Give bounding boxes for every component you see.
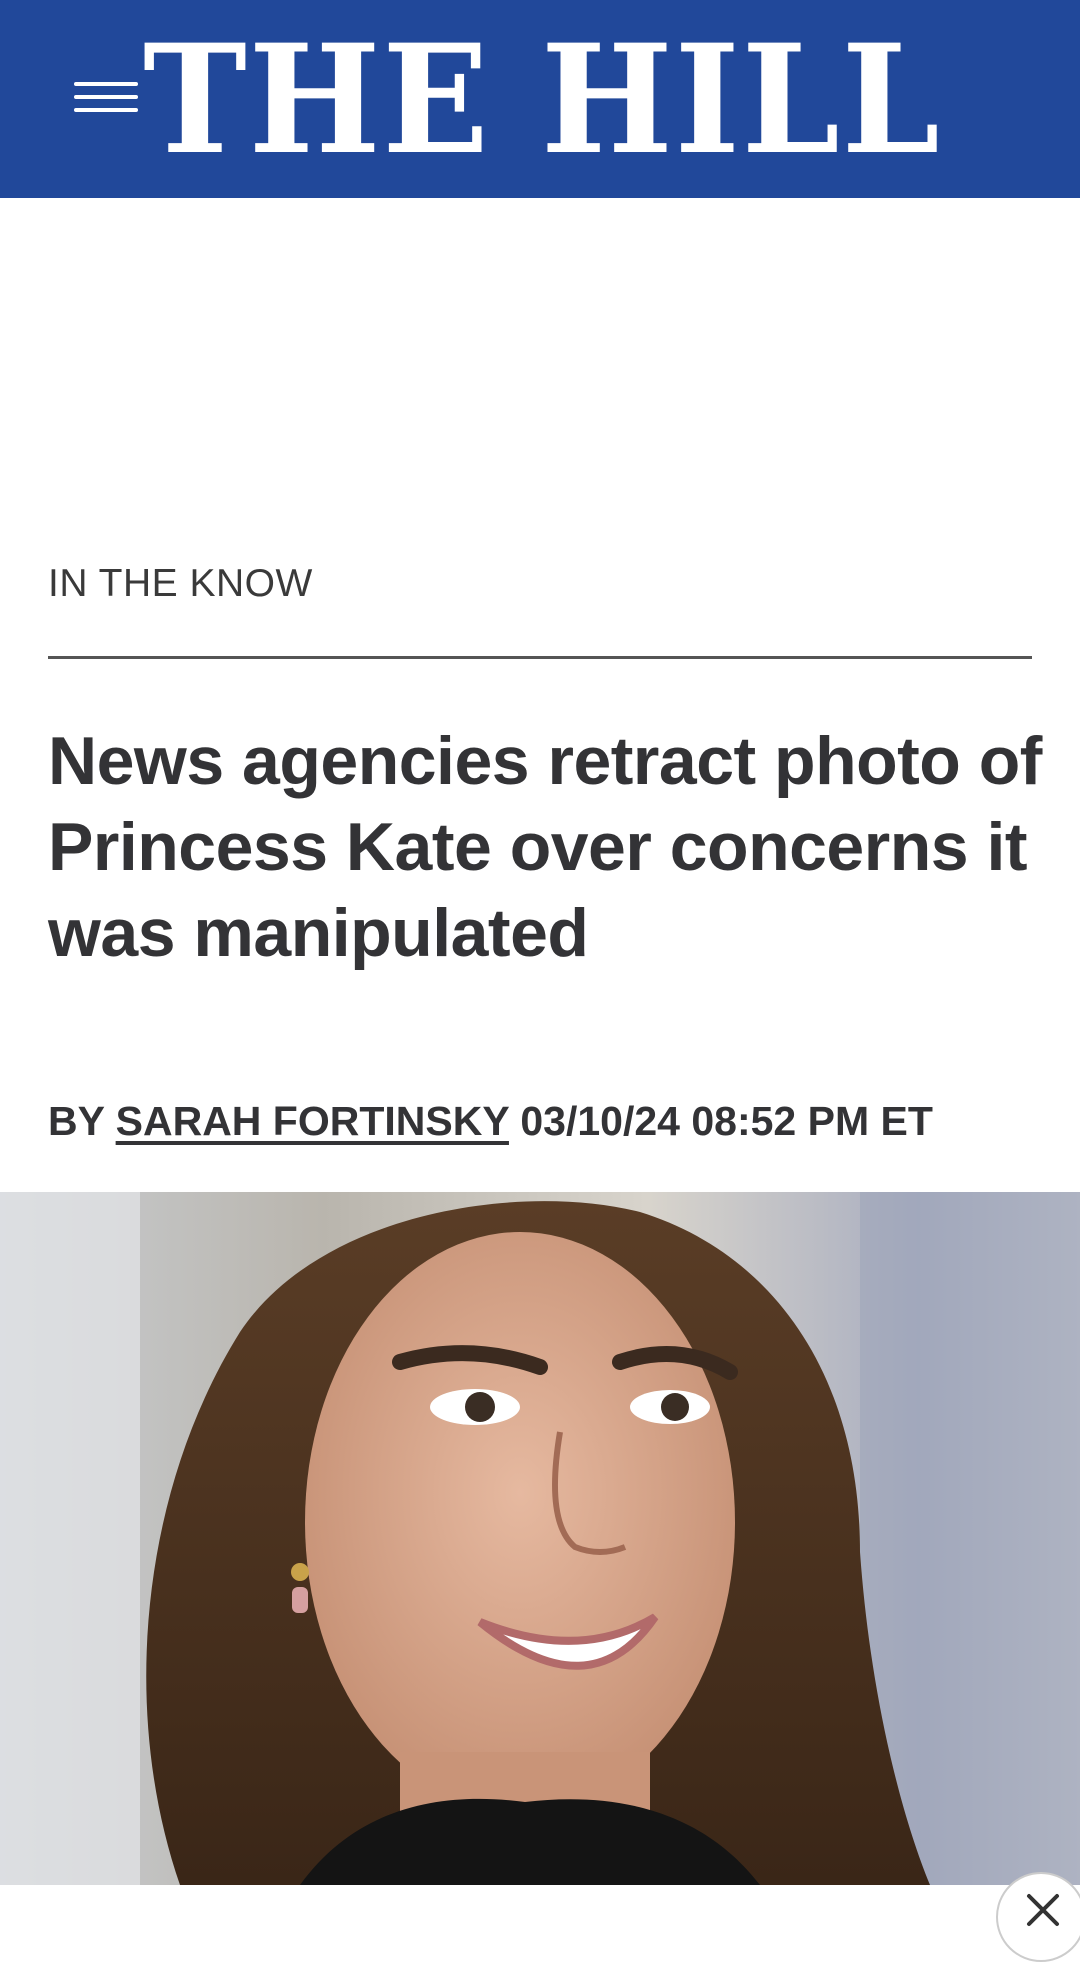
ad-close-button[interactable] bbox=[996, 1872, 1080, 1962]
portrait-illustration bbox=[0, 1192, 1080, 1885]
article-hero-image bbox=[0, 1192, 1080, 1885]
byline: BY SARAH FORTINSKY 03/10/24 08:52 PM ET bbox=[48, 1098, 933, 1145]
section-label[interactable]: IN THE KNOW bbox=[48, 562, 313, 606]
section-divider bbox=[48, 656, 1032, 659]
article-timestamp: 03/10/24 08:52 PM ET bbox=[520, 1098, 933, 1144]
site-header: THE HILL bbox=[0, 0, 1080, 198]
author-link[interactable]: SARAH FORTINSKY bbox=[116, 1098, 509, 1144]
close-icon bbox=[1027, 1894, 1059, 1926]
hamburger-menu-icon[interactable] bbox=[74, 82, 138, 122]
site-logo[interactable]: THE HILL bbox=[143, 20, 940, 180]
article-headline: News agencies retract photo of Princess … bbox=[48, 723, 1042, 971]
ad-space bbox=[0, 198, 1080, 558]
byline-prefix: BY bbox=[48, 1098, 105, 1144]
